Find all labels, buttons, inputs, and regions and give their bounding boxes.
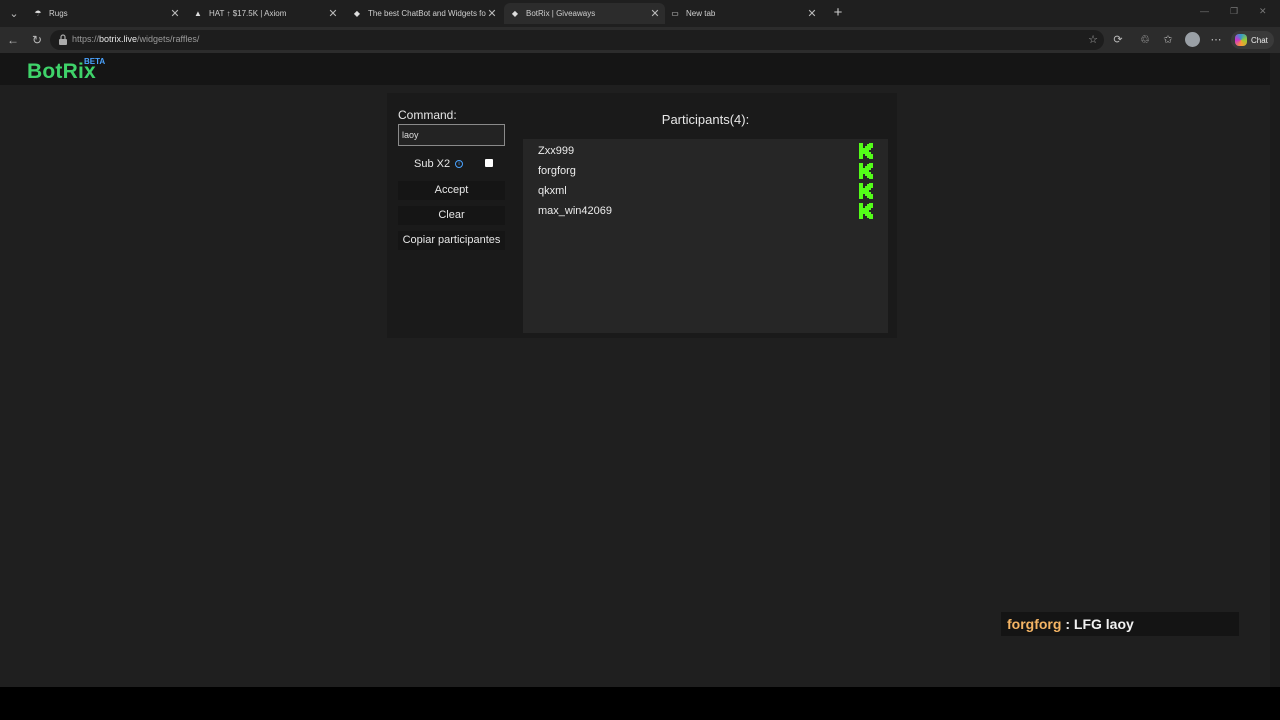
raffle-panel: Command: Sub X2 i Accept Clear Copiar pa… — [387, 93, 897, 338]
tab-close-icon[interactable]: ✕ — [327, 7, 339, 20]
chat-username: forgforg — [1007, 616, 1062, 632]
extensions-icon[interactable]: ⟳ — [1110, 32, 1126, 48]
performance-icon[interactable]: ♲ — [1137, 32, 1153, 48]
rugs-favicon-icon: ☂ — [34, 9, 42, 18]
tab-title: The best ChatBot and Widgets for — [368, 9, 486, 18]
chat-label: Chat — [1251, 35, 1268, 45]
list-item[interactable]: forgforg — [538, 163, 873, 181]
browser-toolbar: ← ↻ https://botrix.live/widgets/raffles/… — [0, 27, 1280, 53]
newtab-favicon-icon: ▭ — [671, 9, 679, 18]
bookmark-star-icon[interactable]: ☆ — [1088, 33, 1098, 46]
participant-name: max_win42069 — [538, 205, 612, 217]
taskbar-area — [0, 687, 1280, 720]
accept-button[interactable]: Accept — [398, 181, 505, 200]
back-arrow-icon[interactable]: ← — [5, 32, 21, 48]
list-item[interactable]: Zxx999 — [538, 143, 873, 161]
info-icon[interactable]: i — [455, 160, 464, 168]
site-info-icon[interactable] — [58, 34, 68, 45]
botrix-favicon-icon: ◆ — [353, 9, 361, 18]
minimize-icon[interactable]: — — [1200, 6, 1209, 16]
copilot-chat-button[interactable]: Chat — [1231, 31, 1274, 49]
address-bar[interactable]: https://botrix.live/widgets/raffles/ ☆ — [50, 30, 1104, 50]
tab-title: Rugs — [49, 9, 68, 18]
page-content: BotRix BETA Command: Sub X2 i Accept Cle… — [0, 53, 1280, 687]
kick-icon — [859, 143, 873, 159]
botrix-favicon-icon: ◆ — [511, 9, 519, 18]
tab-title: HAT ↑ $17.5K | Axiom — [209, 9, 287, 18]
beta-badge: BETA — [84, 57, 106, 66]
tab-close-icon[interactable]: ✕ — [806, 7, 818, 20]
axiom-favicon-icon: ▲ — [194, 9, 202, 18]
chat-separator: : — [1061, 616, 1074, 632]
tab-new-tab[interactable]: ▭ New tab ✕ — [664, 3, 822, 24]
favorites-icon[interactable]: ✩ — [1160, 32, 1176, 48]
browser-tab-strip: ⌄ ☂ Rugs ✕ ▲ HAT ↑ $17.5K | Axiom ✕ ◆ Th… — [0, 0, 1280, 27]
participants-title: Participants(4): — [661, 112, 750, 127]
participant-name: Zxx999 — [538, 145, 575, 157]
participant-name: qkxml — [538, 185, 567, 197]
copy-participants-button[interactable]: Copiar participantes — [398, 231, 505, 250]
tab-search-chevron-icon[interactable]: ⌄ — [6, 6, 22, 22]
sub-x2-label: Sub X2 — [414, 158, 451, 170]
reload-icon[interactable]: ↻ — [29, 32, 45, 48]
command-input[interactable] — [398, 124, 505, 146]
tab-botrix-giveaways[interactable]: ◆ BotRix | Giveaways ✕ — [504, 3, 665, 24]
site-header: BotRix BETA — [0, 53, 1270, 85]
tab-close-icon[interactable]: ✕ — [169, 7, 181, 20]
command-label: Command: — [398, 108, 457, 122]
kick-icon — [859, 183, 873, 199]
profile-avatar[interactable] — [1185, 32, 1200, 47]
participant-name: forgforg — [538, 165, 576, 177]
tab-close-icon[interactable]: ✕ — [486, 7, 498, 20]
page-scrollbar[interactable] — [1270, 53, 1280, 687]
clear-button[interactable]: Clear — [398, 206, 505, 225]
tab-botrix-chatbot[interactable]: ◆ The best ChatBot and Widgets for ✕ — [346, 3, 502, 24]
chat-text: LFG laoy — [1073, 616, 1134, 632]
new-tab-plus-icon[interactable]: + — [830, 4, 846, 22]
chat-message-overlay: forgforg : LFG laoy — [1001, 612, 1239, 636]
participants-list: Zxx999 forgforg qkxml max_win42069 — [523, 139, 888, 333]
tab-close-icon[interactable]: ✕ — [649, 7, 661, 20]
sub-x2-checkbox[interactable] — [485, 159, 493, 167]
tab-title: BotRix | Giveaways — [526, 9, 596, 18]
list-item[interactable]: qkxml — [538, 183, 873, 201]
url-text: https://botrix.live/widgets/raffles/ — [72, 34, 200, 44]
kick-icon — [859, 163, 873, 179]
tab-rugs[interactable]: ☂ Rugs ✕ — [27, 3, 185, 24]
restore-icon[interactable]: ❐ — [1230, 6, 1238, 17]
window-close-icon[interactable]: ✕ — [1259, 6, 1267, 17]
more-menu-icon[interactable]: ⋯ — [1208, 32, 1224, 48]
copilot-icon — [1235, 34, 1247, 46]
tab-title: New tab — [686, 9, 716, 18]
list-item[interactable]: max_win42069 — [538, 203, 873, 221]
tab-axiom[interactable]: ▲ HAT ↑ $17.5K | Axiom ✕ — [187, 3, 343, 24]
kick-icon — [859, 203, 873, 219]
